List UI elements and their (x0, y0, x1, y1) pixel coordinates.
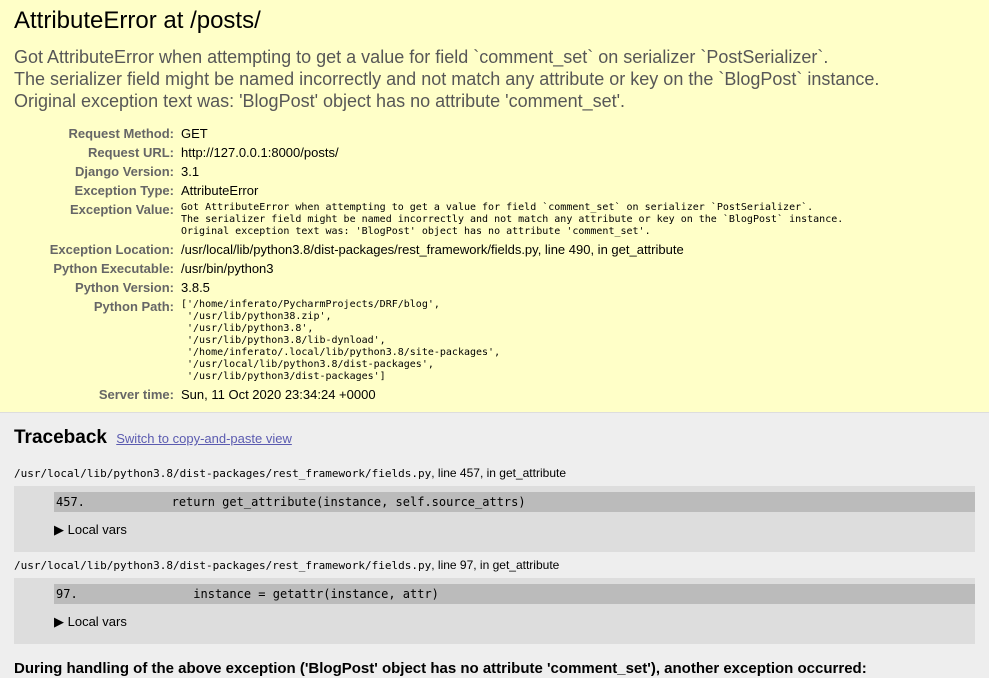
meta-row-request-method: Request Method: GET (14, 124, 843, 143)
traceback-frame: /usr/local/lib/python3.8/dist-packages/r… (14, 466, 975, 552)
exception-message: Got AttributeError when attempting to ge… (14, 46, 975, 112)
meta-row-django-version: Django Version: 3.1 (14, 162, 843, 181)
meta-row-python-executable: Python Executable: /usr/bin/python3 (14, 259, 843, 278)
switch-view-link[interactable]: Switch to copy-and-paste view (116, 431, 292, 446)
page-title: AttributeError at /posts/ (14, 7, 261, 34)
meta-row-server-time: Server time: Sun, 11 Oct 2020 23:34:24 +… (14, 385, 843, 404)
meta-value: GET (181, 126, 208, 141)
meta-label: Python Executable: (53, 261, 174, 276)
frame-filename: /usr/local/lib/python3.8/dist-packages/r… (14, 559, 432, 572)
frame-context: 457. return get_attribute(instance, self… (14, 486, 975, 552)
meta-value-cell: ['/home/inferato/PycharmProjects/DRF/blo… (181, 297, 843, 385)
exception-message-line: The serializer field might be named inco… (14, 69, 880, 89)
local-vars-toggle[interactable]: ▶ Local vars (54, 604, 975, 638)
meta-row-request-url: Request URL: http://127.0.0.1:8000/posts… (14, 143, 843, 162)
request-meta-table: Request Method: GET Request URL: http://… (14, 124, 844, 404)
meta-label: Server time: (98, 387, 174, 402)
meta-value: /usr/local/lib/python3.8/dist-packages/r… (181, 242, 684, 257)
frame-location: /usr/local/lib/python3.8/dist-packages/r… (14, 552, 975, 578)
meta-label: Exception Type: (74, 183, 174, 198)
local-vars-toggle[interactable]: ▶ Local vars (54, 512, 975, 546)
exception-message-line: Original exception text was: 'BlogPost' … (14, 91, 626, 111)
traceback-frame: /usr/local/lib/python3.8/dist-packages/r… (14, 552, 975, 644)
meta-row-python-version: Python Version: 3.8.5 (14, 278, 843, 297)
traceback-heading: Traceback Switch to copy-and-paste view (14, 427, 975, 450)
meta-row-exception-type: Exception Type: AttributeError (14, 181, 843, 200)
meta-value: 3.8.5 (181, 280, 210, 295)
meta-value: http://127.0.0.1:8000/posts/ (181, 145, 339, 160)
meta-row-exception-location: Exception Location: /usr/local/lib/pytho… (14, 240, 843, 259)
meta-label: Request URL: (88, 145, 174, 160)
meta-value: Sun, 11 Oct 2020 23:34:24 +0000 (181, 387, 376, 402)
meta-label: Request Method: (68, 126, 174, 141)
meta-label: Exception Location: (49, 242, 174, 257)
traceback-section: Traceback Switch to copy-and-paste view … (0, 413, 989, 678)
meta-row-exception-value: Exception Value: Got AttributeError when… (14, 200, 843, 240)
meta-label: Python Path: (93, 299, 174, 314)
exception-message-line: Got AttributeError when attempting to ge… (14, 47, 829, 67)
frame-location: /usr/local/lib/python3.8/dist-packages/r… (14, 466, 975, 486)
frame-filename: /usr/local/lib/python3.8/dist-packages/r… (14, 467, 432, 480)
traceback-title: Traceback (14, 427, 107, 448)
error-summary: AttributeError at /posts/ Got AttributeE… (0, 0, 989, 413)
meta-value: 3.1 (181, 164, 200, 179)
frame-code-line[interactable]: 457. return get_attribute(instance, self… (54, 492, 975, 512)
meta-value: ['/home/inferato/PycharmProjects/DRF/blo… (181, 299, 501, 382)
meta-value: Got AttributeError when attempting to ge… (181, 202, 844, 237)
meta-value: /usr/bin/python3 (181, 261, 274, 276)
meta-label: Exception Value: (69, 202, 174, 217)
meta-value: AttributeError (181, 183, 259, 198)
chained-exception-notice: During handling of the above exception (… (14, 660, 867, 677)
meta-label: Python Version: (75, 280, 174, 295)
frame-line-info: , line 97, in get_attribute (431, 558, 560, 572)
meta-row-python-path: Python Path: ['/home/inferato/PycharmPro… (14, 297, 843, 385)
meta-label: Django Version: (75, 164, 174, 179)
meta-value-cell: Got AttributeError when attempting to ge… (181, 200, 843, 240)
frame-code-line[interactable]: 97. instance = getattr(instance, attr) (54, 584, 975, 604)
frame-context: 97. instance = getattr(instance, attr) ▶… (14, 578, 975, 644)
frame-line-info: , line 457, in get_attribute (431, 466, 566, 480)
